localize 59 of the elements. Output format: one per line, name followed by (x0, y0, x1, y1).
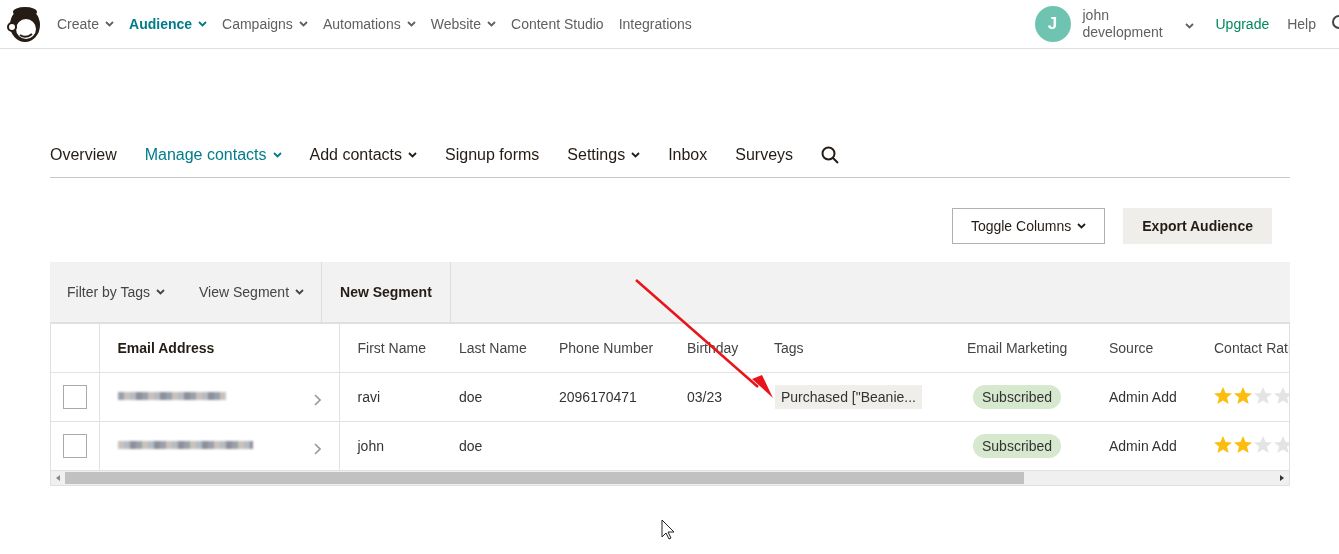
nav-menu-item[interactable]: Audience (129, 16, 208, 32)
table-cell: doe (459, 438, 483, 454)
toggle-columns-button[interactable]: Toggle Columns (951, 208, 1106, 244)
section-tab[interactable]: Manage contacts (144, 145, 282, 174)
chevron-down-icon (156, 289, 165, 295)
table-cell: 03/23 (687, 389, 723, 405)
table-cell: doe (459, 389, 483, 405)
nav-menu-item[interactable]: Website (430, 16, 497, 32)
star-icon (1233, 434, 1253, 455)
row-checkbox[interactable] (63, 434, 87, 458)
mouse-cursor-icon (661, 519, 675, 540)
star-icon (1213, 385, 1233, 406)
section-tab[interactable]: Overview (50, 145, 117, 174)
nav-menu-item[interactable]: Content Studio (511, 16, 604, 32)
section-tab[interactable]: Settings (567, 145, 641, 174)
user-avatar: J (1034, 6, 1071, 42)
table-cell: Admin Add (1109, 389, 1177, 405)
section-tab[interactable]: Surveys (735, 145, 794, 174)
export-button[interactable]: Export Audience (1123, 208, 1272, 244)
tag-chip[interactable]: Purchased ["Beanie... (775, 385, 922, 409)
column-header: Source (1109, 340, 1154, 356)
nav-menu-item[interactable]: Automations (322, 16, 416, 32)
table-cell: 2096170471 (559, 389, 637, 405)
section-tab[interactable]: Add contacts (309, 145, 418, 174)
star-icon (1253, 434, 1273, 455)
row-checkbox[interactable] (63, 385, 87, 409)
star-icon (1233, 385, 1253, 406)
filter-dropdown[interactable]: Filter by Tags (50, 262, 182, 322)
table-cell: john (357, 438, 384, 454)
chevron-right-icon[interactable] (313, 394, 321, 406)
section-tab[interactable]: Inbox (668, 145, 708, 174)
chevron-down-icon (1184, 23, 1194, 29)
nav-menu-item[interactable]: Integrations (618, 16, 692, 32)
upgrade-link[interactable]: Upgrade (1215, 16, 1270, 32)
new-segment-button[interactable]: New Segment (321, 262, 451, 322)
table-cell: ravi (357, 389, 381, 405)
star-icon (1253, 385, 1273, 406)
chevron-right-icon[interactable] (313, 443, 321, 455)
column-header: Email Marketing (967, 340, 1068, 356)
column-header: Phone Number (559, 340, 654, 356)
status-badge: Subscribed (973, 434, 1062, 458)
help-link[interactable]: Help (1287, 16, 1316, 32)
chevron-down-icon (295, 289, 304, 295)
nav-menu-item[interactable]: Create (57, 16, 115, 32)
horizontal-scrollbar[interactable] (65, 472, 1024, 484)
search-icon[interactable] (821, 145, 840, 164)
section-tab[interactable]: Signup forms (445, 145, 540, 174)
table-cell: Admin Add (1109, 438, 1177, 454)
column-header: Tags (774, 340, 804, 356)
search-icon[interactable] (1330, 14, 1339, 30)
chevron-down-icon (1077, 223, 1087, 229)
status-badge: Subscribed (973, 385, 1062, 409)
column-header: Last Name (459, 340, 527, 356)
column-header: Email Address (117, 340, 215, 356)
column-header: First Name (357, 340, 426, 356)
account-name[interactable]: john development (1082, 7, 1179, 41)
star-icon (1213, 434, 1233, 455)
filter-dropdown[interactable]: View Segment (182, 262, 321, 322)
nav-menu-item[interactable]: Campaigns (222, 16, 308, 32)
